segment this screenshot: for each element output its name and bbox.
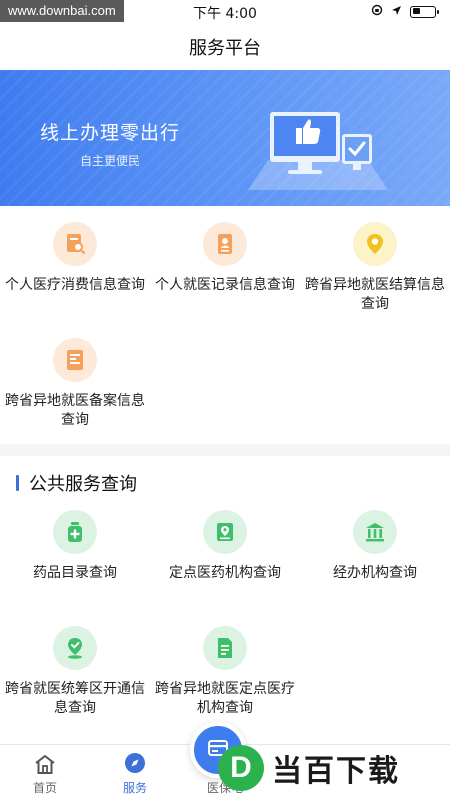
banner-title: 线上办理零出行: [40, 122, 181, 144]
service-label: 个人就医记录信息查询: [155, 277, 295, 293]
section-header-public-services: 公共服务查询: [16, 470, 137, 496]
tab-label: 服务: [122, 781, 147, 795]
service-personal-medical-records[interactable]: 个人就医记录信息查询: [150, 222, 300, 295]
tab-home[interactable]: 首页: [0, 745, 90, 800]
service-cross-province-settlement[interactable]: 跨省异地就医结算信息查询: [300, 222, 450, 314]
service-handling-agencies[interactable]: 经办机构查询: [300, 510, 450, 583]
service-label: 跨省异地就医定点医疗机构查询: [155, 681, 295, 716]
tab-label: 首页: [32, 781, 57, 795]
bank-building-icon: [353, 510, 397, 554]
status-bar: www.downbai.com 下午 4:00: [0, 0, 450, 24]
service-label: 经办机构查询: [333, 565, 417, 581]
tab-services[interactable]: 服务: [90, 745, 180, 800]
service-label: 跨省异地就医备案信息查询: [5, 393, 145, 428]
service-designated-institutions[interactable]: 定点医药机构查询: [150, 510, 300, 583]
nav-bar: 服务平台: [0, 24, 450, 70]
service-label: 跨省就医统筹区开通信息查询: [5, 681, 145, 716]
service-cross-province-designated-hospitals[interactable]: 跨省异地就医定点医疗机构查询: [150, 626, 300, 718]
compass-icon: [90, 745, 180, 775]
home-icon: [0, 745, 90, 775]
watermark-logo-text: 当百下载: [272, 754, 400, 789]
service-cross-province-pooling[interactable]: 跨省就医统筹区开通信息查询: [0, 626, 150, 718]
medicine-bottle-icon: [53, 510, 97, 554]
status-icons: [371, 4, 439, 19]
location-arrow-icon: [391, 5, 402, 19]
computer-thumbs-up-illustration: [248, 112, 388, 190]
id-card-icon: [53, 338, 97, 382]
battery-icon: [410, 5, 439, 18]
search-document-icon: [53, 222, 97, 266]
section-divider: [0, 444, 450, 456]
person-card-icon: [203, 222, 247, 266]
location-shield-icon: [53, 626, 97, 670]
quick-services-grid: 个人医疗消费信息查询 个人就医记录信息查询 跨省异地就医结算信息查询 跨省异地就…: [0, 206, 450, 444]
service-drug-catalog[interactable]: 药品目录查询: [0, 510, 150, 583]
map-location-icon: [203, 510, 247, 554]
promo-banner[interactable]: 线上办理零出行 自主更便民: [0, 70, 450, 206]
service-personal-medical-consumption[interactable]: 个人医疗消费信息查询: [0, 222, 150, 295]
service-label: 药品目录查询: [33, 565, 117, 581]
service-cross-province-filing[interactable]: 跨省异地就医备案信息查询: [0, 338, 150, 430]
service-label: 定点医药机构查询: [169, 565, 281, 581]
service-label: 个人医疗消费信息查询: [5, 277, 145, 293]
location-pin-icon: [353, 222, 397, 266]
service-label: 跨省异地就医结算信息查询: [305, 277, 445, 312]
section-title: 公共服务查询: [29, 474, 137, 495]
section-accent-bar: [16, 475, 19, 491]
watermark-logo-mark: D: [218, 745, 264, 791]
banner-subtitle: 自主更便民: [80, 154, 141, 168]
orientation-lock-icon: [371, 4, 383, 19]
hospital-document-icon: [203, 626, 247, 670]
page-title: 服务平台: [189, 38, 261, 59]
public-services-grid: 药品目录查询 定点医药机构查询 经办机构查询 跨省就医统筹区开通信息查询 跨省异…: [0, 510, 450, 730]
site-watermark-logo: D 当百下载: [218, 740, 448, 796]
